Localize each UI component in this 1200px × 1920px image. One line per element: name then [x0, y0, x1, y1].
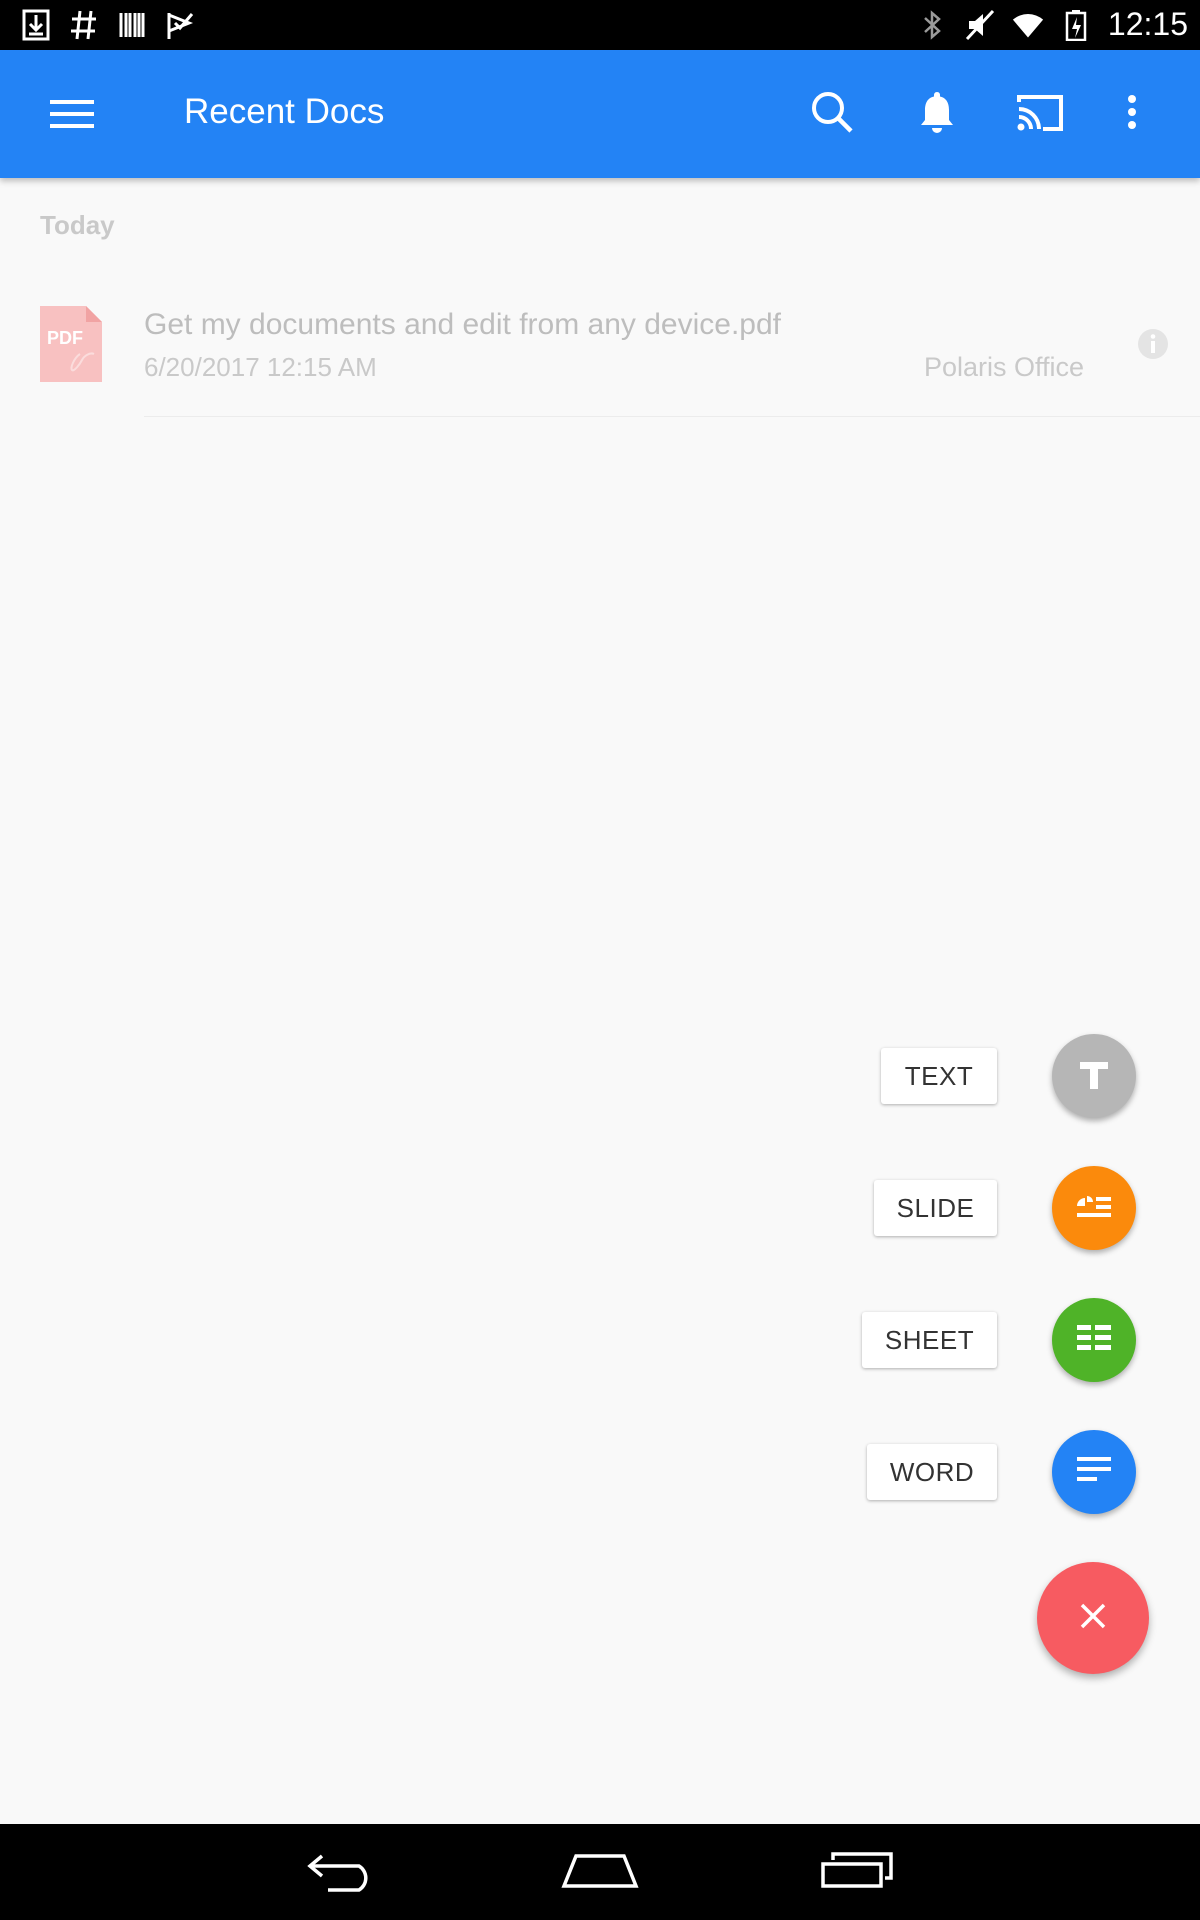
pdf-icon-label: PDF: [47, 328, 83, 348]
info-icon[interactable]: [1137, 328, 1169, 360]
new-word-button[interactable]: [1052, 1430, 1136, 1514]
wifi-icon: [1012, 8, 1044, 42]
back-icon: [306, 1848, 380, 1897]
hamburger-menu-icon: [44, 100, 100, 142]
search-button[interactable]: [804, 86, 860, 142]
fab-label-slide[interactable]: SLIDE: [874, 1180, 997, 1236]
close-fab-button[interactable]: [1037, 1562, 1149, 1674]
pdf-file-icon: PDF: [40, 306, 102, 382]
back-button[interactable]: [298, 1844, 388, 1900]
page-title: Recent Docs: [184, 92, 385, 131]
download-icon: [20, 8, 52, 42]
fab-label-text[interactable]: TEXT: [881, 1048, 997, 1104]
new-text-button[interactable]: [1052, 1034, 1136, 1118]
more-vert-icon: [1124, 92, 1140, 137]
fab-label-word[interactable]: WORD: [867, 1444, 997, 1500]
app-bar: Recent Docs: [0, 50, 1200, 178]
home-button[interactable]: [555, 1844, 645, 1900]
slide-icon: [1075, 1189, 1113, 1228]
more-options-button[interactable]: [1104, 86, 1160, 142]
mute-icon: [964, 8, 996, 42]
search-icon: [808, 88, 856, 141]
fab-label-sheet[interactable]: SHEET: [862, 1312, 997, 1368]
home-icon: [560, 1850, 640, 1895]
close-icon: [1079, 1602, 1107, 1635]
new-sheet-button[interactable]: [1052, 1298, 1136, 1382]
list-divider: [144, 416, 1200, 417]
word-icon: [1076, 1455, 1112, 1490]
text-icon: [1076, 1056, 1112, 1097]
cast-icon: [1015, 92, 1065, 137]
sheet-icon: [1076, 1323, 1112, 1358]
navigation-bar: [0, 1824, 1200, 1920]
new-slide-button[interactable]: [1052, 1166, 1136, 1250]
barcode-icon: [116, 8, 148, 42]
notifications-button[interactable]: [909, 86, 965, 142]
bell-icon: [917, 89, 957, 140]
bluetooth-icon: [916, 8, 948, 42]
document-date: 6/20/2017 12:15 AM: [144, 352, 377, 382]
battery-icon: [1060, 8, 1092, 42]
checkmark-flag-icon: [164, 8, 196, 42]
status-bar: 12:15: [0, 0, 1200, 50]
document-source: Polaris Office: [923, 352, 1084, 382]
document-name: Get my documents and edit from any devic…: [144, 308, 781, 341]
recents-icon: [819, 1850, 895, 1895]
recents-button[interactable]: [812, 1844, 902, 1900]
status-time: 12:15: [1107, 6, 1188, 42]
cast-button[interactable]: [1012, 86, 1068, 142]
hashtag-icon: [68, 8, 100, 42]
document-list-item[interactable]: PDF Get my documents and edit from any d…: [0, 290, 1200, 418]
section-header-today: Today: [40, 210, 115, 240]
menu-button[interactable]: [44, 90, 100, 138]
